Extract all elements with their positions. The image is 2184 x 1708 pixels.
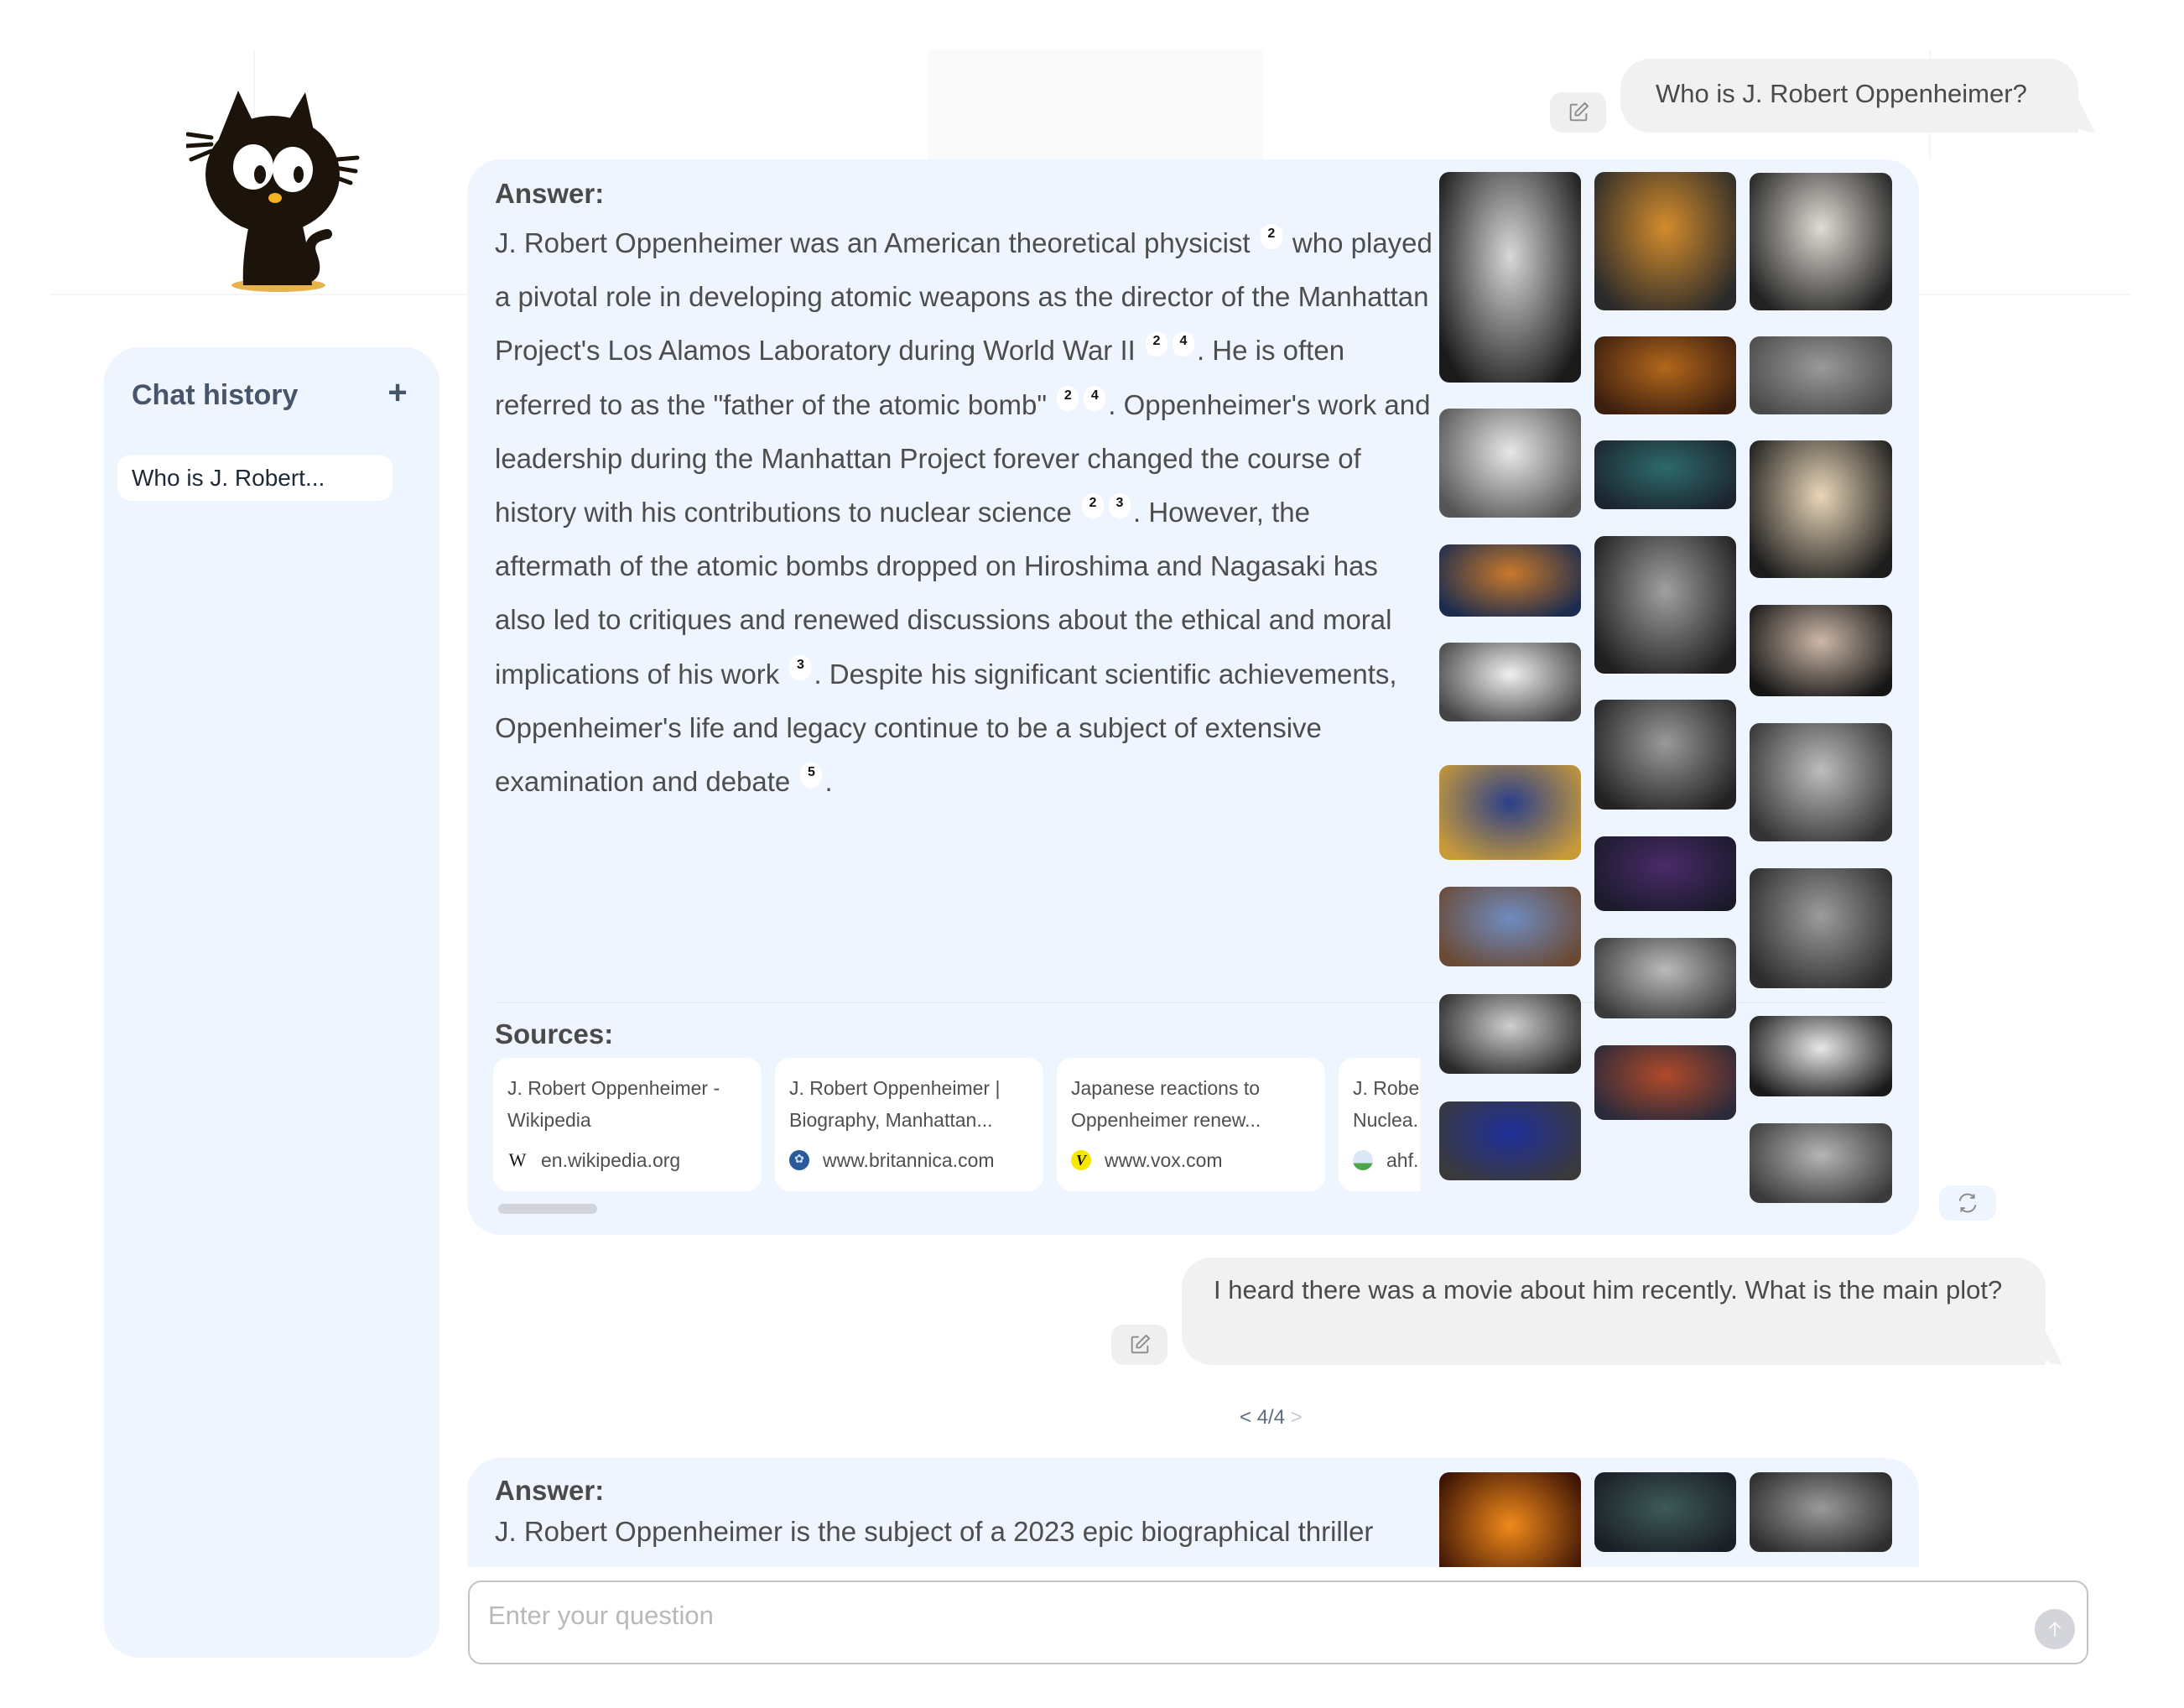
chat-history-sidebar: Chat history + Who is J. Robert...	[104, 347, 439, 1658]
citation-badge[interactable]: 2	[1082, 493, 1104, 519]
result-image[interactable]	[1750, 1472, 1892, 1552]
result-image[interactable]	[1594, 336, 1736, 414]
source-title: Japanese reactions to Oppenheimer renew.…	[1071, 1077, 1261, 1131]
result-image[interactable]	[1439, 643, 1581, 721]
result-image[interactable]	[1439, 544, 1581, 617]
source-card[interactable]: J. Robert Oppenheimer | Nuclea... ahf...	[1339, 1058, 1420, 1191]
answer-card: Answer: J. Robert Oppenheimer was an Ame…	[467, 159, 1919, 1235]
source-card[interactable]: J. Robert Oppenheimer - Wikipedia Wen.wi…	[493, 1058, 762, 1191]
citation-badge[interactable]: 2	[1057, 385, 1079, 411]
ahf-icon	[1353, 1150, 1373, 1170]
horizontal-scrollbar[interactable]	[498, 1204, 597, 1214]
result-image[interactable]	[1750, 336, 1892, 414]
result-image[interactable]	[1594, 1045, 1736, 1120]
citation-badge[interactable]: 2	[1145, 331, 1167, 357]
user-question-bubble: Who is J. Robert Oppenheimer?	[1620, 59, 2078, 133]
source-domain: en.wikipedia.org	[541, 1149, 681, 1171]
result-image[interactable]	[1594, 700, 1736, 810]
arrow-up-icon	[2048, 1622, 2062, 1637]
result-image[interactable]	[1439, 887, 1581, 966]
result-image[interactable]	[1594, 938, 1736, 1018]
edit-question-button[interactable]	[1111, 1325, 1167, 1365]
black-cat-logo-icon	[184, 91, 360, 292]
background-gridline	[928, 50, 1263, 159]
user-question-bubble: I heard there was a movie about him rece…	[1182, 1258, 2046, 1365]
result-image[interactable]	[1594, 536, 1736, 674]
regenerate-button[interactable]	[1939, 1185, 1996, 1221]
new-chat-button[interactable]: +	[381, 376, 414, 409]
answer-text: J. Robert Oppenheimer is the subject of …	[495, 1516, 1374, 1547]
citation-badge[interactable]: 4	[1084, 385, 1106, 411]
source-title: J. Robert Oppenheimer - Wikipedia	[507, 1077, 720, 1131]
source-domain: ahf...	[1386, 1149, 1420, 1171]
source-card[interactable]: J. Robert Oppenheimer | Biography, Manha…	[775, 1058, 1043, 1191]
pager-next-button[interactable]: >	[1291, 1406, 1303, 1429]
result-image[interactable]	[1750, 1123, 1892, 1203]
result-image[interactable]	[1750, 868, 1892, 988]
result-image[interactable]	[1750, 440, 1892, 578]
citation-badge[interactable]: 4	[1172, 331, 1194, 357]
citation-badge[interactable]: 5	[800, 763, 823, 789]
source-card[interactable]: Japanese reactions to Oppenheimer renew.…	[1057, 1058, 1325, 1191]
answer-segment: J. Robert Oppenheimer was an American th…	[495, 227, 1251, 258]
result-image[interactable]	[1439, 172, 1581, 383]
citation-badge[interactable]: 3	[1109, 493, 1131, 519]
result-image[interactable]	[1750, 723, 1892, 841]
source-domain: www.vox.com	[1105, 1149, 1223, 1171]
answer-label: Answer:	[495, 178, 605, 209]
edit-question-button[interactable]	[1550, 92, 1606, 133]
edit-icon	[1569, 102, 1589, 122]
result-image[interactable]	[1439, 994, 1581, 1074]
result-image[interactable]	[1439, 1472, 1581, 1567]
result-image[interactable]	[1594, 836, 1736, 911]
answer-label: Answer:	[495, 1475, 605, 1506]
app-logo	[184, 87, 379, 297]
question-input-container	[468, 1580, 2088, 1664]
source-title: J. Robert Oppenheimer | Biography, Manha…	[789, 1077, 1001, 1131]
result-image[interactable]	[1439, 1101, 1581, 1180]
result-image[interactable]	[1439, 409, 1581, 518]
sources-carousel[interactable]: J. Robert Oppenheimer - Wikipedia Wen.wi…	[493, 1057, 1420, 1225]
citation-badge[interactable]: 3	[789, 654, 812, 680]
plus-icon: +	[387, 374, 408, 411]
send-button[interactable]	[2035, 1609, 2075, 1649]
history-item[interactable]: Who is J. Robert...	[117, 455, 393, 501]
question-input[interactable]	[488, 1597, 1964, 1634]
refresh-icon	[1958, 1193, 1977, 1213]
pager-current: 4/4	[1256, 1406, 1286, 1429]
result-image[interactable]	[1750, 1016, 1892, 1096]
result-image[interactable]	[1439, 765, 1581, 860]
result-image[interactable]	[1594, 1472, 1736, 1552]
vox-icon: V	[1071, 1150, 1091, 1170]
britannica-icon: ✿	[789, 1150, 809, 1170]
result-image[interactable]	[1594, 440, 1736, 509]
source-title: J. Robert Oppenheimer | Nuclea...	[1353, 1077, 1420, 1131]
source-domain: www.britannica.com	[823, 1149, 995, 1171]
sources-label: Sources:	[495, 1018, 614, 1049]
wikipedia-icon: W	[508, 1149, 527, 1170]
answer-card: Answer: J. Robert Oppenheimer is the sub…	[467, 1458, 1919, 1567]
answer-text: J. Robert Oppenheimer was an American th…	[495, 216, 1433, 809]
citation-badge[interactable]: 2	[1260, 224, 1282, 249]
result-image[interactable]	[1594, 172, 1736, 310]
result-image[interactable]	[1750, 605, 1892, 696]
pager-prev-button[interactable]: <	[1240, 1406, 1251, 1429]
sidebar-title: Chat history	[132, 379, 299, 411]
answer-segment: .	[824, 766, 833, 798]
edit-icon	[1131, 1334, 1150, 1354]
answer-pager: < 4/4 >	[1240, 1406, 1303, 1429]
result-image[interactable]	[1750, 173, 1892, 310]
